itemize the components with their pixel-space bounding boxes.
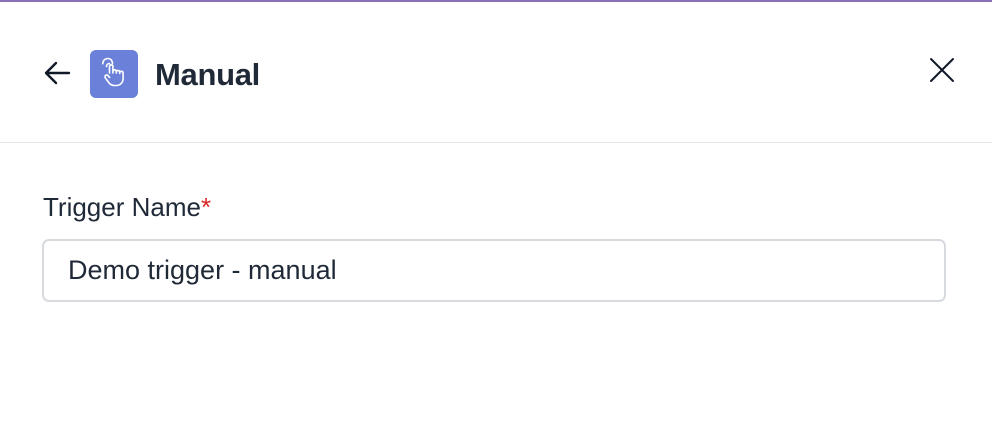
- required-asterisk: *: [200, 192, 212, 222]
- manual-trigger-app-icon: [90, 50, 138, 98]
- trigger-name-label: Trigger Name*: [43, 191, 211, 223]
- close-icon: [928, 56, 956, 89]
- back-button[interactable]: [40, 60, 74, 90]
- trigger-name-label-text: Trigger Name: [43, 192, 201, 222]
- close-button[interactable]: [924, 54, 960, 90]
- hand-pointer-icon: [99, 56, 129, 93]
- arrow-left-icon: [43, 61, 71, 90]
- trigger-name-input[interactable]: [42, 239, 946, 302]
- panel-title: Manual: [155, 57, 260, 92]
- panel-header: Manual: [0, 2, 992, 143]
- trigger-panel: Manual Trigger Name*: [0, 0, 992, 432]
- panel-body: Trigger Name*: [0, 143, 992, 432]
